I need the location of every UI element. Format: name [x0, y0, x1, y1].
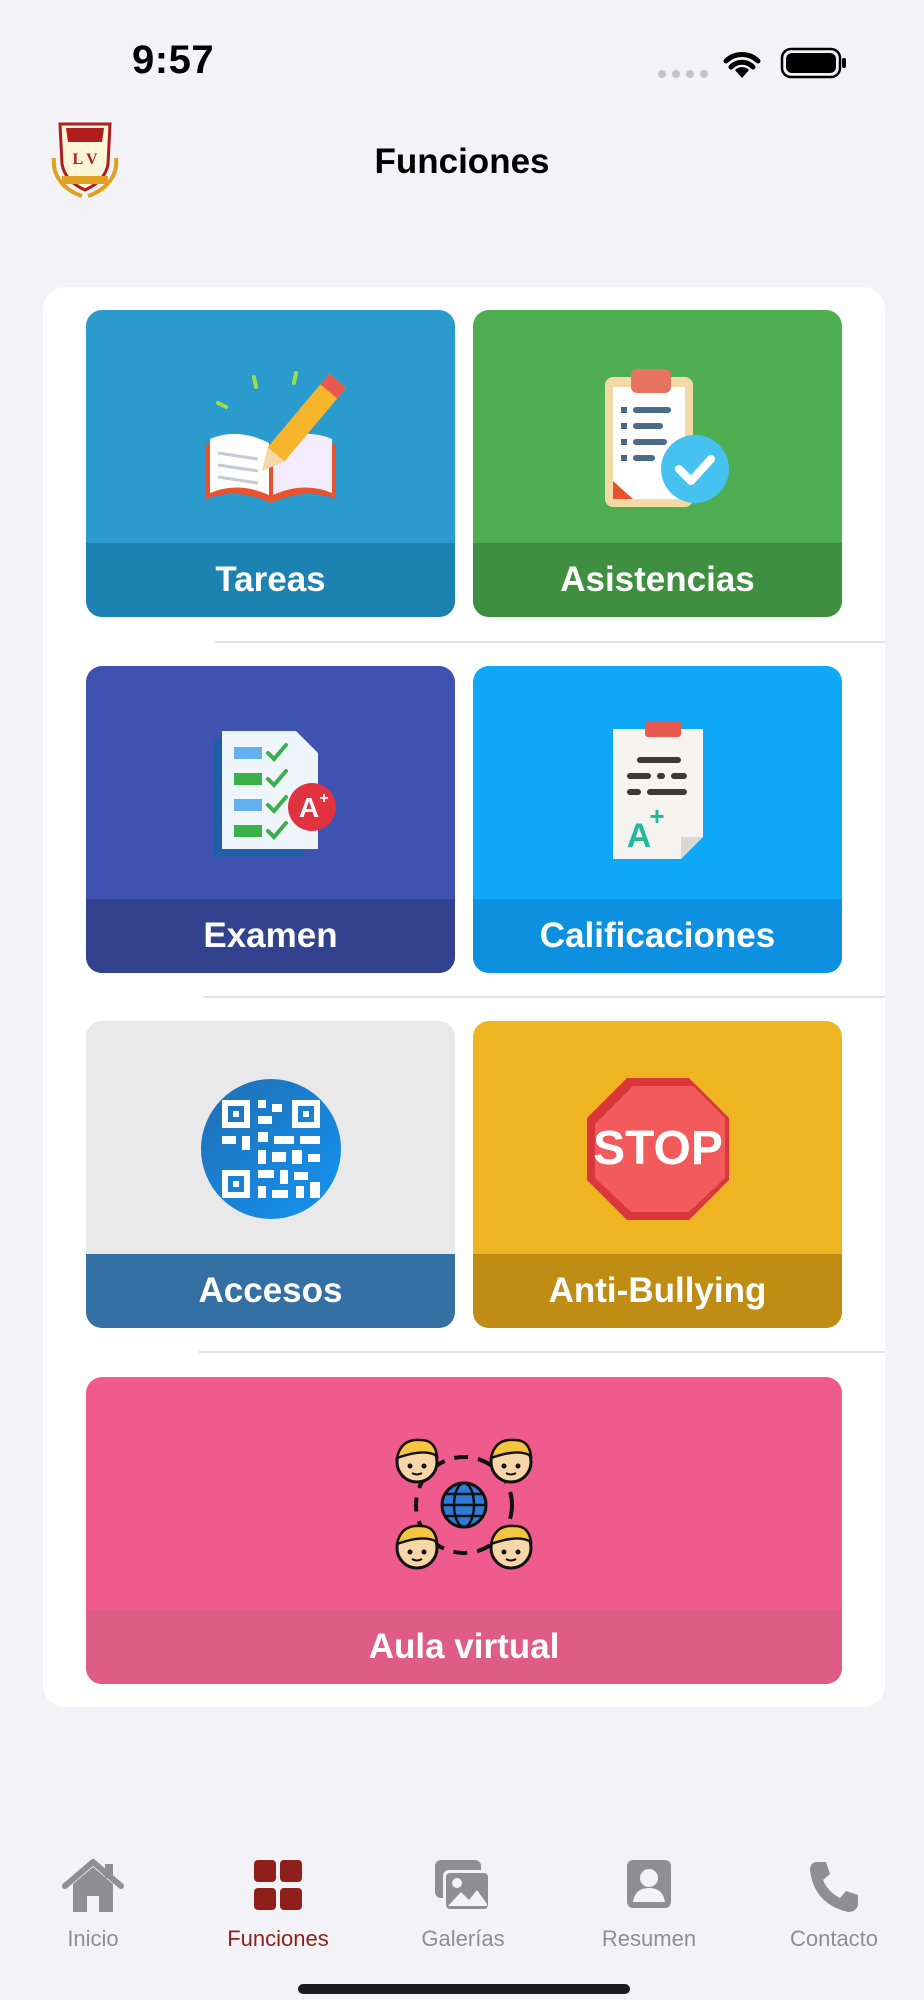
- gallery-icon: [435, 1860, 491, 1912]
- tab-inicio[interactable]: Inicio: [0, 1848, 186, 1958]
- tile-label: Examen: [203, 916, 338, 955]
- row-divider: [199, 1351, 885, 1353]
- tab-bar: Inicio Funciones Galerías Resumen Contac…: [0, 1820, 924, 2000]
- tile-label: Aula virtual: [368, 1627, 560, 1666]
- tab-label: Resumen: [601, 1926, 697, 1951]
- svg-text:A: A: [626, 817, 651, 855]
- tab-funciones[interactable]: Funciones: [185, 1848, 371, 1958]
- tab-label: Contacto: [789, 1926, 879, 1951]
- tab-galerias[interactable]: Galerías: [370, 1848, 556, 1958]
- tile-label: Anti-Bullying: [548, 1271, 767, 1310]
- grade-report-icon: A +: [612, 721, 703, 859]
- tile-label: Accesos: [198, 1271, 343, 1310]
- tile-aula-virtual[interactable]: Aula virtual: [86, 1377, 842, 1684]
- exam-checklist-icon: A +: [213, 731, 336, 857]
- tile-accesos[interactable]: Accesos: [86, 1021, 455, 1328]
- tile-examen[interactable]: A + Examen: [86, 666, 455, 973]
- tile-calificaciones[interactable]: A + Calificaciones: [473, 666, 842, 973]
- book-pencil-icon: [205, 371, 346, 503]
- row-divider: [215, 641, 885, 643]
- battery-icon: [780, 47, 846, 79]
- tile-tareas[interactable]: Tareas: [86, 310, 455, 617]
- virtual-classroom-icon: [395, 1438, 533, 1570]
- page-title: Funciones: [374, 142, 550, 181]
- tile-label-band: Aula virtual: [86, 1610, 842, 1684]
- svg-text:A: A: [298, 792, 318, 823]
- tile-label-band: Calificaciones: [473, 899, 842, 973]
- tile-asistencias[interactable]: Asistencias: [473, 310, 842, 617]
- status-bar: 9:57: [0, 0, 924, 110]
- svg-text:STOP: STOP: [593, 1122, 723, 1175]
- navigation-bar: L V Funciones: [0, 110, 924, 220]
- svg-text:+: +: [319, 790, 328, 807]
- signal-dots-icon: [658, 70, 708, 78]
- grid-icon: [254, 1860, 302, 1910]
- tile-label-band: Asistencias: [473, 543, 842, 617]
- tile-label: Asistencias: [560, 560, 755, 599]
- tab-resumen[interactable]: Resumen: [556, 1848, 742, 1958]
- home-icon: [62, 1859, 124, 1912]
- clipboard-check-icon: [604, 369, 729, 507]
- profile-icon: [627, 1860, 671, 1908]
- status-time: 9:57: [132, 38, 215, 82]
- tab-label: Galerías: [421, 1926, 505, 1951]
- tile-label-band: Examen: [86, 899, 455, 973]
- tab-contacto[interactable]: Contacto: [741, 1848, 924, 1958]
- tab-label: Inicio: [67, 1926, 119, 1951]
- qr-code-icon: [200, 1079, 341, 1219]
- functions-card: Tareas Asistencias A + Examen A + Califi…: [43, 287, 885, 1707]
- tile-label-band: Accesos: [86, 1254, 455, 1328]
- stop-sign-icon: STOP: [586, 1078, 729, 1220]
- phone-icon: [810, 1862, 858, 1912]
- tile-anti-bullying[interactable]: STOP Anti-Bullying: [473, 1021, 842, 1328]
- row-divider: [203, 996, 885, 998]
- tile-label: Tareas: [215, 560, 326, 599]
- svg-text:+: +: [649, 801, 664, 831]
- wifi-icon: [723, 52, 761, 78]
- tile-label-band: Tareas: [86, 543, 455, 617]
- tile-label-band: Anti-Bullying: [473, 1254, 842, 1328]
- home-indicator[interactable]: [298, 1984, 630, 1994]
- tile-label: Calificaciones: [539, 916, 776, 955]
- tab-label: Funciones: [227, 1926, 329, 1951]
